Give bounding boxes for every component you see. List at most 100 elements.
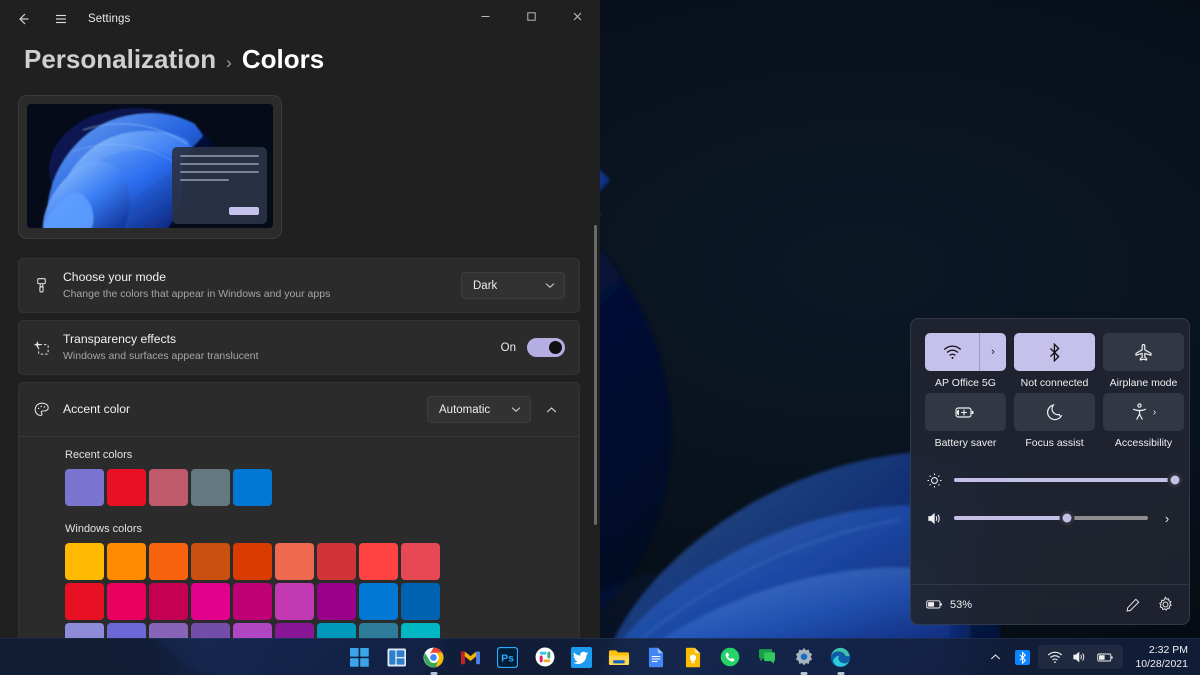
windows-color-swatch[interactable] (233, 623, 272, 638)
chrome-icon[interactable] (420, 644, 447, 671)
windows-color-swatch[interactable] (65, 543, 104, 580)
taskbar[interactable]: Ps (0, 638, 1200, 675)
start-button[interactable] (346, 644, 373, 671)
breadcrumb-separator: › (226, 53, 232, 73)
windows-color-swatch[interactable] (233, 543, 272, 580)
gmail-icon[interactable] (457, 644, 484, 671)
qs-tile-chevron-icon[interactable]: › (1153, 407, 1156, 418)
windows-color-swatch[interactable] (149, 543, 188, 580)
twitter-icon[interactable] (568, 644, 595, 671)
breadcrumb: Personalization › Colors (0, 38, 600, 75)
google-keep-icon[interactable] (679, 644, 706, 671)
task-view-button[interactable] (383, 644, 410, 671)
recent-color-swatch[interactable] (149, 469, 188, 506)
windows-color-swatch[interactable] (65, 623, 104, 638)
quick-settings-tile-wrap: Focus assist (1014, 393, 1095, 449)
whatsapp-icon[interactable] (716, 644, 743, 671)
qs-tile-ap-office-5g[interactable]: › (925, 333, 1006, 371)
recent-color-swatch[interactable] (107, 469, 146, 506)
windows-color-swatch[interactable] (191, 543, 230, 580)
accessibility-icon (1131, 403, 1148, 421)
quick-settings-panel[interactable]: ›AP Office 5GNot connectedAirplane modeB… (910, 318, 1190, 625)
qs-tile-focus-assist[interactable] (1014, 393, 1095, 431)
recent-color-swatch[interactable] (65, 469, 104, 506)
recent-color-swatch[interactable] (191, 469, 230, 506)
windows-color-swatch[interactable] (191, 623, 230, 638)
qs-tile-battery-saver[interactable] (925, 393, 1006, 431)
qs-tile-airplane-mode[interactable] (1103, 333, 1184, 371)
windows-color-swatch[interactable] (317, 583, 356, 620)
pencil-icon[interactable] (1125, 597, 1141, 613)
qs-tile-not-connected[interactable] (1014, 333, 1095, 371)
windows-color-swatch[interactable] (401, 543, 440, 580)
windows-color-swatch[interactable] (275, 583, 314, 620)
settings-icon[interactable] (790, 644, 817, 671)
mode-dropdown[interactable]: Dark (461, 272, 565, 299)
messages-icon[interactable] (753, 644, 780, 671)
windows-color-swatch[interactable] (107, 543, 146, 580)
content-scrollbar[interactable] (594, 225, 597, 525)
windows-color-swatch[interactable] (317, 543, 356, 580)
breadcrumb-parent[interactable]: Personalization (24, 44, 216, 75)
wifi-icon[interactable] (925, 333, 979, 371)
windows-color-swatch[interactable] (107, 583, 146, 620)
accent-color-expanded-panel: Recent colors Windows colors (19, 436, 579, 638)
moon-icon (1046, 403, 1064, 421)
google-docs-icon[interactable] (642, 644, 669, 671)
edge-icon[interactable] (827, 644, 854, 671)
windows-color-swatch[interactable] (359, 623, 398, 638)
volume-slider[interactable] (954, 516, 1148, 520)
windows-color-swatch[interactable] (275, 543, 314, 580)
settings-window[interactable]: Settings Personalization › Colors (0, 0, 600, 638)
qs-tile-accessibility[interactable]: › (1103, 393, 1184, 431)
windows-color-swatch[interactable] (359, 583, 398, 620)
windows-color-swatch[interactable] (149, 623, 188, 638)
windows-color-swatch[interactable] (359, 543, 398, 580)
window-controls (462, 0, 600, 32)
taskbar-clock[interactable]: 2:32 PM 10/28/2021 (1123, 643, 1192, 671)
windows-color-swatch[interactable] (149, 583, 188, 620)
windows-color-swatch[interactable] (65, 583, 104, 620)
gear-icon[interactable] (1157, 596, 1174, 613)
brightness-slider[interactable] (954, 478, 1175, 482)
volume-slider-row: › (925, 499, 1175, 537)
volume-output-chevron-icon[interactable]: › (1159, 511, 1175, 526)
screen: Settings Personalization › Colors (0, 0, 1200, 675)
windows-color-swatch[interactable] (401, 583, 440, 620)
accent-mode-dropdown[interactable]: Automatic (427, 396, 531, 423)
minimize-button[interactable] (462, 0, 508, 32)
accent-color-row[interactable]: Accent color Automatic (19, 383, 579, 436)
close-button[interactable] (554, 0, 600, 32)
windows-color-swatch[interactable] (233, 583, 272, 620)
tray-status-group[interactable] (1038, 645, 1123, 669)
file-explorer-icon[interactable] (605, 644, 632, 671)
photoshop-icon[interactable]: Ps (494, 644, 521, 671)
quick-settings-actions (1125, 596, 1174, 613)
accent-expander-collapse-button[interactable] (537, 396, 565, 423)
tray-wifi-icon[interactable] (1047, 651, 1063, 664)
maximize-button[interactable] (508, 0, 554, 32)
tray-overflow-chevron-icon[interactable] (982, 653, 1009, 661)
back-button[interactable] (6, 4, 40, 34)
transparency-icon (33, 339, 63, 356)
tray-bluetooth-icon[interactable] (1009, 650, 1036, 665)
quick-settings-tile-wrap: ›AP Office 5G (925, 333, 1006, 389)
windows-color-swatch[interactable] (401, 623, 440, 638)
windows-color-swatch[interactable] (275, 623, 314, 638)
windows-color-swatch[interactable] (107, 623, 146, 638)
paint-brush-icon (33, 277, 63, 294)
windows-color-swatch[interactable] (191, 583, 230, 620)
hamburger-menu-icon[interactable] (44, 4, 78, 34)
recent-color-swatch[interactable] (233, 469, 272, 506)
tray-volume-icon[interactable] (1072, 650, 1088, 664)
choose-mode-row[interactable]: Choose your mode Change the colors that … (18, 258, 580, 313)
transparency-effects-row[interactable]: Transparency effects Windows and surface… (18, 320, 580, 375)
task-view-icon (387, 648, 407, 667)
windows-color-swatch[interactable] (317, 623, 356, 638)
slack-icon[interactable] (531, 644, 558, 671)
qs-tile-chevron-icon[interactable]: › (979, 333, 1006, 371)
qs-tile-label: Not connected (1021, 377, 1089, 389)
transparency-toggle[interactable] (527, 338, 565, 357)
qs-tile-label: Focus assist (1025, 437, 1083, 449)
tray-battery-icon[interactable] (1097, 652, 1114, 663)
